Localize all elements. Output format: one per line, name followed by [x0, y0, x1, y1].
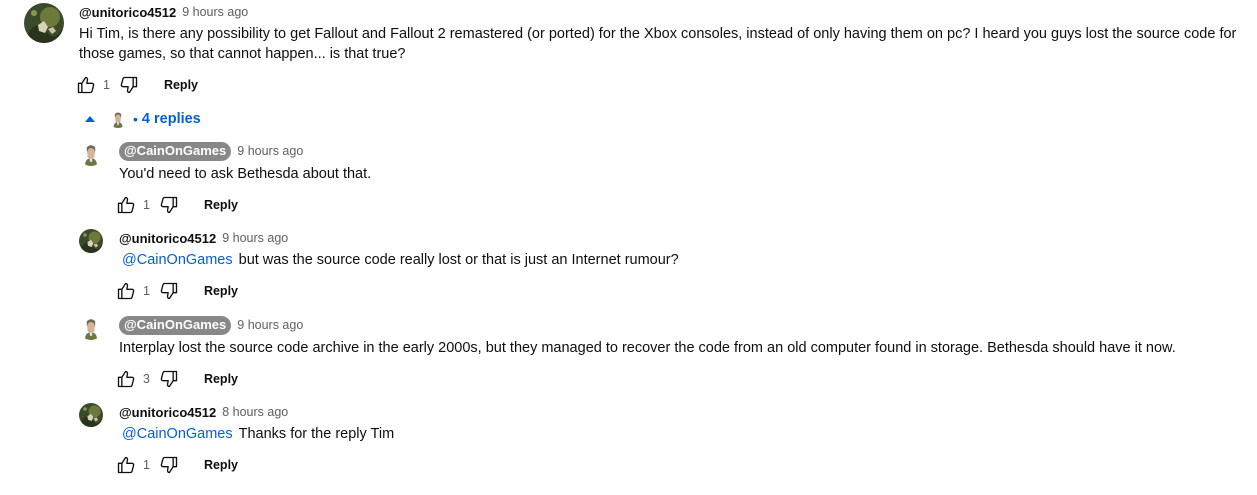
avatar-cainongames[interactable]: [79, 316, 103, 340]
thumb-up-icon[interactable]: [76, 75, 96, 95]
avatar-cainongames[interactable]: [79, 142, 103, 166]
thumb-down-icon[interactable]: [159, 369, 179, 389]
thumb-down-icon[interactable]: [159, 195, 179, 215]
mention-link[interactable]: @CainOnGames: [122, 252, 233, 268]
reply-button[interactable]: Reply: [164, 78, 198, 92]
reply-timestamp[interactable]: 9 hours ago: [237, 318, 303, 332]
like-count: 1: [143, 284, 150, 298]
reply-text: @CainOnGames Thanks for the reply Tim: [119, 424, 394, 444]
thumb-down-icon[interactable]: [159, 281, 179, 301]
like-count: 1: [143, 198, 150, 212]
mention-link[interactable]: @CainOnGames: [122, 426, 233, 442]
reply-timestamp[interactable]: 8 hours ago: [222, 405, 288, 419]
reply-text: Interplay lost the source code archive i…: [119, 338, 1176, 358]
comment-author[interactable]: @unitorico4512: [79, 5, 176, 20]
reply-actions: 1 Reply: [116, 279, 238, 303]
thumb-up-icon[interactable]: [116, 369, 136, 389]
reply-header: @unitorico4512 9 hours ago: [119, 228, 288, 248]
reply-button[interactable]: Reply: [204, 372, 238, 386]
reply-button[interactable]: Reply: [204, 284, 238, 298]
comment-text: Hi Tim, is there any possibility to get …: [79, 26, 1237, 62]
creator-author-badge[interactable]: @CainOnGames: [119, 315, 232, 335]
comment-actions: 1 Reply: [76, 73, 198, 97]
reply-header: @CainOnGames 9 hours ago: [119, 141, 303, 161]
like-count: 1: [143, 458, 150, 472]
creator-author-badge[interactable]: @CainOnGames: [119, 141, 232, 161]
reply-timestamp[interactable]: 9 hours ago: [237, 144, 303, 158]
like-count: 1: [103, 78, 110, 92]
thumb-down-icon[interactable]: [119, 75, 139, 95]
caret-up-icon: [84, 115, 96, 123]
reply-text-content: but was the source code really lost or t…: [238, 252, 679, 268]
reply-author[interactable]: @unitorico4512: [119, 231, 216, 246]
reply-text: You'd need to ask Bethesda about that.: [119, 164, 371, 184]
like-count: 3: [143, 372, 150, 386]
hide-replies-toggle[interactable]: • 4 replies: [84, 107, 201, 131]
replies-separator: •: [133, 111, 138, 127]
creator-avatar-thumb: [109, 110, 127, 128]
avatar-unitorico4512[interactable]: [24, 3, 64, 43]
reply-text-content: You'd need to ask Bethesda about that.: [119, 166, 372, 182]
reply-timestamp[interactable]: 9 hours ago: [222, 231, 288, 245]
reply-header: @CainOnGames 9 hours ago: [119, 315, 303, 335]
thumb-up-icon[interactable]: [116, 455, 136, 475]
reply-author[interactable]: @unitorico4512: [119, 405, 216, 420]
reply-actions: 3 Reply: [116, 367, 238, 391]
reply-header: @unitorico4512 8 hours ago: [119, 402, 288, 422]
replies-count[interactable]: 4 replies: [142, 111, 201, 127]
comment-header: @unitorico4512 9 hours ago: [79, 2, 248, 22]
reply-button[interactable]: Reply: [204, 458, 238, 472]
avatar-unitorico4512[interactable]: [79, 403, 103, 427]
thumb-up-icon[interactable]: [116, 281, 136, 301]
reply-actions: 1 Reply: [116, 193, 238, 217]
reply-button[interactable]: Reply: [204, 198, 238, 212]
reply-actions: 1 Reply: [116, 453, 238, 477]
reply-text-content: Thanks for the reply Tim: [238, 426, 395, 442]
thumb-down-icon[interactable]: [159, 455, 179, 475]
thumb-up-icon[interactable]: [116, 195, 136, 215]
reply-text-content: Interplay lost the source code archive i…: [119, 340, 1176, 356]
avatar-unitorico4512[interactable]: [79, 229, 103, 253]
comment-timestamp[interactable]: 9 hours ago: [182, 5, 248, 19]
reply-text: @CainOnGames but was the source code real…: [119, 250, 679, 270]
